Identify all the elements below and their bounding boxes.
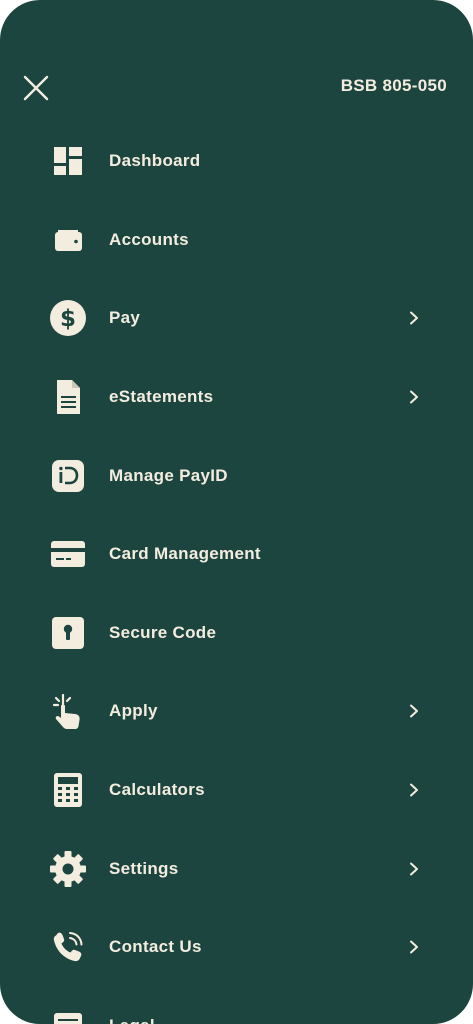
close-icon [23, 75, 49, 101]
phone-icon [48, 927, 88, 967]
chevron-right-icon [406, 861, 422, 877]
menu-item-label: Calculators [109, 780, 205, 800]
tap-hand-icon [48, 691, 88, 731]
menu-item-label: Contact Us [109, 937, 202, 957]
menu-item-label: Settings [109, 858, 179, 878]
navigation-drawer: BSB 805-050 Dashboard Accounts $ Pay eSt… [0, 0, 473, 1024]
dollar-icon: $ [48, 298, 88, 338]
menu-item-apply[interactable]: Apply [0, 672, 473, 751]
chevron-right-icon [406, 703, 422, 719]
menu-item-label: Apply [109, 701, 158, 721]
chevron-right-icon [406, 389, 422, 405]
menu-item-label: Secure Code [109, 622, 217, 642]
menu-item-contact-us[interactable]: Contact Us [0, 908, 473, 987]
svg-text:$: $ [60, 306, 76, 332]
bsb-number: BSB 805-050 [340, 76, 447, 95]
menu-item-label: Accounts [109, 229, 189, 249]
menu-item-label: Legal [109, 1016, 155, 1024]
chevron-right-icon [406, 310, 422, 326]
document-icon [48, 377, 88, 417]
menu-item-legal[interactable]: Legal [0, 987, 473, 1024]
menu-item-dashboard[interactable]: Dashboard [0, 122, 473, 201]
menu-item-estatements[interactable]: eStatements [0, 358, 473, 437]
chevron-right-icon [406, 782, 422, 798]
close-button[interactable] [20, 72, 52, 104]
menu-item-calculators[interactable]: Calculators [0, 751, 473, 830]
dashboard-icon [48, 141, 88, 181]
menu-item-accounts[interactable]: Accounts [0, 201, 473, 280]
list-icon [48, 1006, 88, 1024]
keyhole-icon [48, 613, 88, 653]
menu-item-label: Manage PayID [109, 465, 228, 485]
menu-item-secure-code[interactable]: Secure Code [0, 594, 473, 673]
card-icon [48, 534, 88, 574]
menu-item-label: Pay [109, 308, 141, 328]
menu-item-pay[interactable]: $ Pay [0, 279, 473, 358]
menu-item-card-management[interactable]: Card Management [0, 515, 473, 594]
gear-icon [48, 849, 88, 889]
menu-item-settings[interactable]: Settings [0, 829, 473, 908]
menu-item-manage-payid[interactable]: Manage PayID [0, 436, 473, 515]
payid-icon [48, 456, 88, 496]
calculator-icon [48, 770, 88, 810]
menu-item-label: eStatements [109, 387, 214, 407]
menu-list: Dashboard Accounts $ Pay eStatements Man… [0, 122, 473, 1024]
chevron-right-icon [406, 939, 422, 955]
wallet-icon [48, 220, 88, 260]
menu-item-label: Card Management [109, 544, 261, 564]
menu-item-label: Dashboard [109, 151, 201, 171]
